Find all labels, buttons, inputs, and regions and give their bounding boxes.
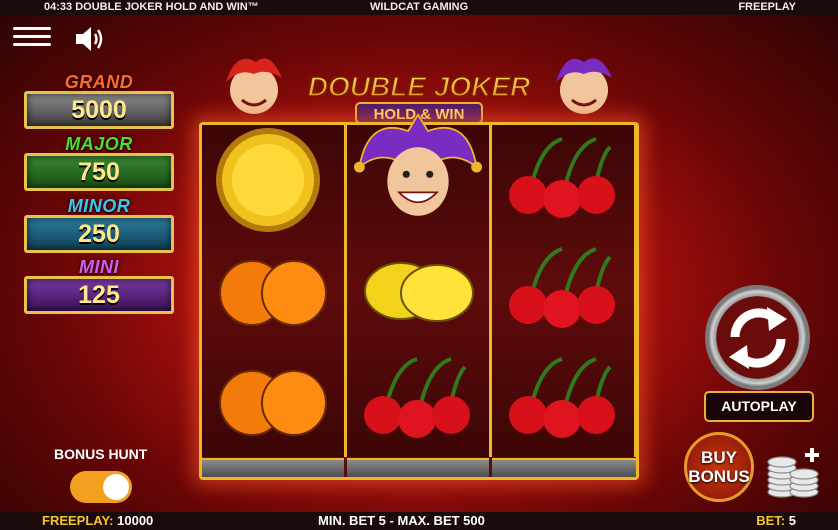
- cherries-icon: [509, 137, 615, 218]
- jackpot-grand: GRAND 5000: [24, 73, 174, 129]
- oranges-icon: [219, 370, 327, 436]
- reel-2: [347, 113, 492, 457]
- buy-bonus-button[interactable]: BUY BONUS: [684, 432, 754, 502]
- bonus-hunt-label: BONUS HUNT: [54, 446, 148, 462]
- reel-footer: [492, 458, 636, 477]
- bet-limits: MIN. BET 5 - MAX. BET 500: [318, 513, 485, 528]
- jackpot-major-label: MAJOR: [65, 134, 133, 154]
- autoplay-button[interactable]: AUTOPLAY: [704, 391, 814, 422]
- cherries-icon: [509, 357, 615, 438]
- jackpot-mini: MINI 125: [24, 258, 174, 314]
- toggle-knob: [103, 474, 129, 500]
- reel-footer: [202, 458, 344, 477]
- jackpot-minor-value: 250: [24, 215, 174, 253]
- jackpot-grand-label: GRAND: [64, 72, 134, 92]
- coins-stack-icon[interactable]: [766, 440, 826, 500]
- logo-joker-left-icon: [226, 58, 282, 114]
- mode-label: FREEPLAY: [738, 1, 796, 13]
- jackpot-minor: MINOR 250: [24, 197, 174, 253]
- reel-3: [492, 125, 637, 457]
- spin-icon: [729, 307, 787, 369]
- logo-joker-right-icon: [556, 58, 612, 114]
- jackpot-grand-value: 5000: [24, 91, 174, 129]
- reel-1: [202, 125, 347, 457]
- cherries-icon: [509, 247, 615, 328]
- jackpot-minor-label: MINOR: [67, 196, 131, 216]
- gold-coin-icon: [216, 128, 320, 232]
- reel-grid: [199, 113, 639, 480]
- bet-display: BET: 5: [756, 512, 796, 530]
- bottom-bar: FREEPLAY: 10000 MIN. BET 5 - MAX. BET 50…: [0, 512, 838, 530]
- buy-bonus-line1: BUY: [701, 448, 737, 467]
- cherries-icon: [364, 357, 470, 438]
- jackpot-major-value: 750: [24, 153, 174, 191]
- sound-icon[interactable]: [74, 24, 106, 54]
- spin-button[interactable]: [705, 285, 810, 390]
- bet-value: 5: [788, 513, 796, 528]
- game-title: 04:33 DOUBLE JOKER HOLD AND WIN™: [44, 1, 259, 13]
- provider-name: WILDCAT GAMING: [370, 1, 469, 13]
- freeplay-value: 10000: [117, 513, 154, 528]
- top-bar: 04:33 DOUBLE JOKER HOLD AND WIN™ WILDCAT…: [0, 0, 838, 15]
- menu-icon[interactable]: [13, 27, 51, 49]
- freeplay-balance: FREEPLAY: 10000: [42, 512, 153, 530]
- freeplay-label: FREEPLAY:: [42, 513, 114, 528]
- bet-label: BET:: [756, 513, 786, 528]
- oranges-icon: [219, 260, 327, 326]
- joker-icon: [353, 113, 483, 216]
- jackpot-mini-label: MINI: [79, 257, 119, 277]
- lemons-icon: [364, 262, 474, 322]
- logo-title: DOUBLE JOKER: [308, 71, 531, 102]
- jackpot-mini-value: 125: [24, 276, 174, 314]
- buy-bonus-line2: BONUS: [688, 467, 750, 486]
- reel-footer: [347, 458, 489, 477]
- bonus-hunt-toggle[interactable]: [70, 471, 132, 503]
- jackpot-major: MAJOR 750: [24, 135, 174, 191]
